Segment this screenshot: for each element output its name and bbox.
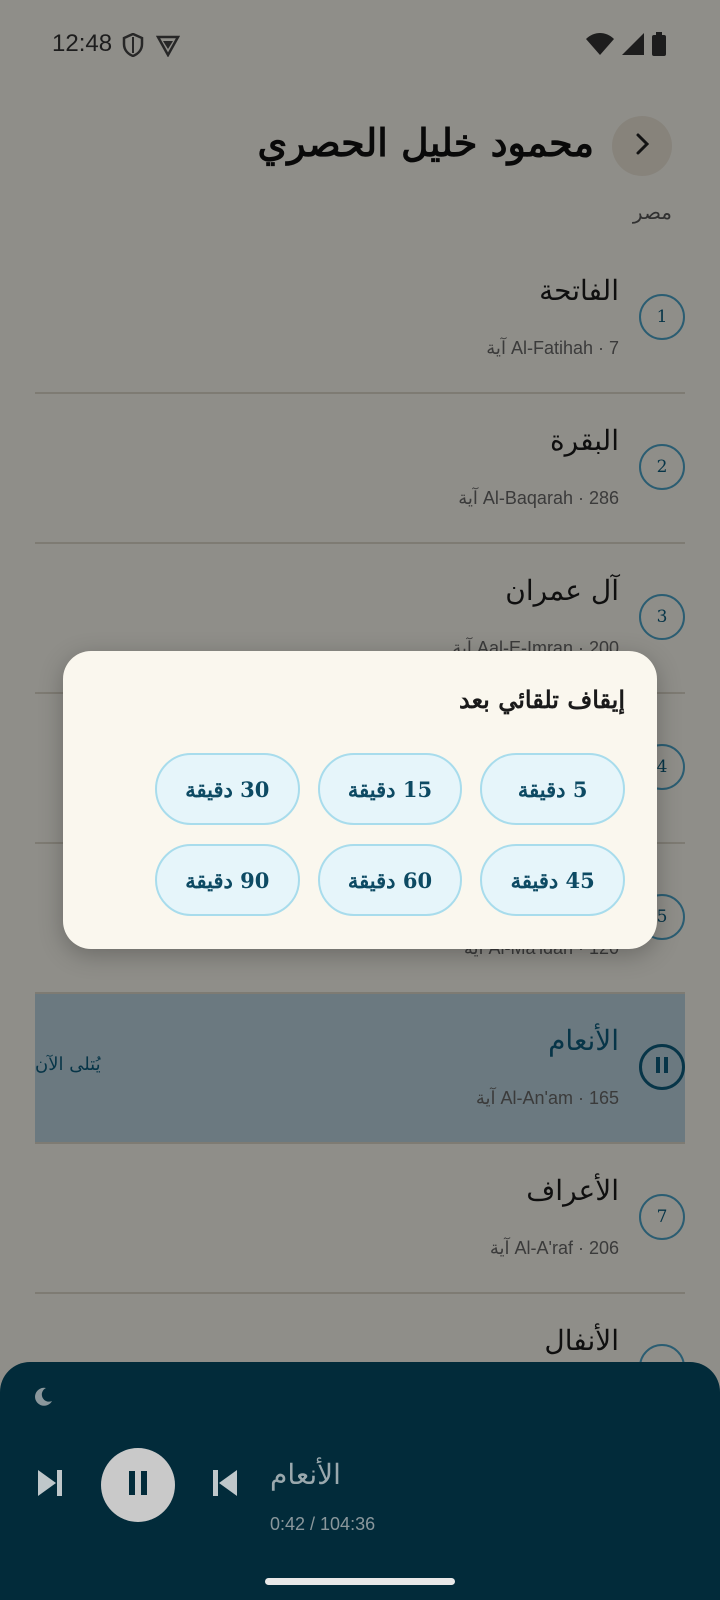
home-indicator[interactable] bbox=[265, 1578, 455, 1585]
option-row: 5 دقيقة 15 دقيقة 30 دقيقة bbox=[154, 753, 625, 825]
mini-player: الأنعام 0:42 / 104:36 bbox=[0, 1362, 720, 1600]
timer-option-60[interactable]: 60 دقيقة bbox=[317, 844, 463, 916]
next-button[interactable] bbox=[36, 1468, 64, 1502]
previous-button[interactable] bbox=[211, 1468, 239, 1502]
timer-option-5[interactable]: 5 دقيقة bbox=[480, 753, 625, 825]
option-row: 45 دقيقة 60 دقيقة 90 دقيقة bbox=[154, 844, 625, 916]
dialog-title: إيقاف تلقائي بعد bbox=[458, 685, 625, 714]
timer-option-90[interactable]: 90 دقيقة bbox=[154, 844, 300, 916]
play-pause-button[interactable] bbox=[101, 1448, 175, 1522]
timer-option-45[interactable]: 45 دقيقة bbox=[480, 844, 625, 916]
timer-options: 5 دقيقة 15 دقيقة 30 دقيقة 45 دقيقة 60 دق… bbox=[154, 753, 625, 935]
timer-option-30[interactable]: 30 دقيقة bbox=[154, 753, 300, 825]
player-title: الأنعام bbox=[270, 1458, 341, 1491]
timer-option-15[interactable]: 15 دقيقة bbox=[317, 753, 463, 825]
sleep-timer-moon-icon[interactable] bbox=[32, 1386, 54, 1412]
pause-icon bbox=[127, 1469, 149, 1501]
sleep-timer-dialog: إيقاف تلقائي بعد 5 دقيقة 15 دقيقة 30 دقي… bbox=[63, 651, 657, 949]
player-time: 0:42 / 104:36 bbox=[270, 1514, 376, 1534]
